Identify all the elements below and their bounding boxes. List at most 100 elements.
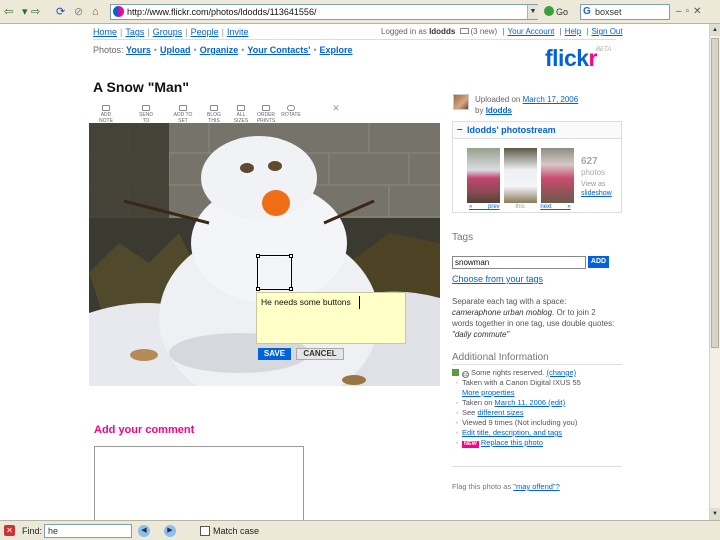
nav-home[interactable]: Home: [93, 27, 117, 37]
help-link[interactable]: Help: [565, 27, 581, 36]
beta-label: BETA: [596, 47, 612, 53]
add-tag-button[interactable]: ADD: [588, 256, 609, 268]
comment-textarea[interactable]: [94, 446, 304, 524]
reload-icon[interactable]: ⟳: [56, 5, 65, 19]
forward-icon[interactable]: ⇨: [31, 5, 40, 19]
note-selection-box[interactable]: [256, 254, 293, 291]
scroll-thumb[interactable]: [711, 38, 719, 348]
photostream-header[interactable]: – ldodds' photostream: [452, 121, 622, 138]
find-next-icon[interactable]: ▶: [164, 525, 176, 537]
window-controls[interactable]: –▫✕: [676, 6, 718, 18]
go-button[interactable]: Go: [544, 5, 568, 19]
username: ldodds: [429, 27, 456, 36]
browser-toolbar: ⇦ ▾ ⇨ ⟳ ⊘ ⌂ http://www.flickr.com/photos…: [0, 0, 720, 24]
list-item: ◦ Taken with a Canon Digital IXUS 55: [455, 378, 581, 387]
nav-explore[interactable]: Explore: [320, 45, 353, 55]
avatar[interactable]: [453, 94, 469, 110]
rotate-icon: [287, 105, 295, 111]
taken-on-link[interactable]: March 11, 2006 (edit): [495, 398, 566, 407]
uploader-link[interactable]: ldodds: [486, 106, 512, 115]
change-license-link[interactable]: (change): [546, 368, 576, 377]
url-dropdown-icon[interactable]: ▼: [527, 5, 538, 19]
sign-out-link[interactable]: Sign Out: [591, 27, 622, 36]
may-offend-link[interactable]: "may offend"?: [513, 482, 559, 491]
nav-yours[interactable]: Yours: [126, 45, 151, 55]
new-mail-count[interactable]: (3 new): [471, 27, 498, 36]
blog-this-button[interactable]: BLOG THIS: [203, 105, 225, 124]
different-sizes-link[interactable]: different sizes: [477, 408, 523, 417]
delete-icon[interactable]: ✕: [325, 104, 347, 113]
thumbnail-current[interactable]: [504, 148, 537, 203]
nav-your-contacts[interactable]: Your Contacts': [247, 45, 310, 55]
flickr-logo[interactable]: flickr: [545, 45, 598, 71]
add-note-button[interactable]: ADD NOTE: [95, 105, 117, 124]
license-item: cc Some rights reserved. (change): [452, 368, 622, 378]
find-label: Find:: [22, 526, 43, 536]
thumbnail-prev[interactable]: [467, 148, 500, 203]
find-previous-icon[interactable]: ◀: [138, 525, 150, 537]
match-case-label: Match case: [213, 526, 260, 536]
list-item: ◦ Viewed 9 times (Not including you): [455, 418, 578, 427]
tag-input[interactable]: snowman: [452, 256, 586, 269]
stop-icon[interactable]: ⊘: [74, 5, 83, 19]
resize-handle[interactable]: [289, 254, 293, 258]
cancel-button[interactable]: CANCEL: [296, 348, 344, 360]
nav-tags[interactable]: Tags: [125, 27, 144, 37]
edit-details-link[interactable]: Edit title, description, and tags: [462, 428, 562, 437]
vertical-scrollbar[interactable]: ▲ ▼: [709, 24, 720, 520]
rotate-button[interactable]: ROTATE: [280, 105, 302, 118]
additional-info-list: cc Some rights reserved. (change) ◦ Taken …: [452, 368, 622, 448]
thumbnail-next[interactable]: [541, 148, 574, 203]
order-prints-button[interactable]: ORDER PRINTS: [255, 105, 277, 124]
add-to-set-button[interactable]: ADD TO SET: [172, 105, 194, 124]
scroll-up-icon[interactable]: ▲: [710, 24, 720, 36]
photostream-title[interactable]: ldodds' photostream: [467, 125, 556, 135]
dropdown-arrow-icon[interactable]: ▾: [22, 5, 28, 19]
nav-organize[interactable]: Organize: [200, 45, 239, 55]
note-icon: [102, 105, 110, 111]
list-item: ◦ Edit title, description, and tags: [455, 428, 563, 437]
privacy-icon: [452, 369, 459, 376]
nav-upload[interactable]: Upload: [160, 45, 191, 55]
list-item: ◦ See different sizes: [455, 408, 524, 417]
resize-handle[interactable]: [289, 287, 293, 291]
choose-tags-link[interactable]: Choose from your tags: [452, 274, 543, 284]
your-account-link[interactable]: Your Account: [508, 27, 555, 36]
match-case-checkbox[interactable]: [200, 526, 210, 536]
scroll-down-icon[interactable]: ▼: [710, 508, 720, 520]
replace-photo-link[interactable]: Replace this photo: [481, 438, 543, 447]
next-link[interactable]: next »: [540, 204, 570, 210]
go-icon: [544, 6, 554, 16]
tag-help-text: Separate each tag with a space: cameraph…: [452, 297, 615, 339]
magnifier-icon: [237, 105, 245, 111]
save-button[interactable]: SAVE: [258, 348, 291, 360]
favicon-icon: [113, 6, 124, 17]
mail-icon[interactable]: [459, 28, 469, 34]
back-icon[interactable]: ⇦: [4, 5, 13, 19]
uploaded-date-link[interactable]: March 17, 2006: [523, 95, 579, 104]
prints-icon: [262, 105, 270, 111]
list-item: More properties: [452, 388, 622, 398]
all-sizes-button[interactable]: ALL SIZES: [230, 105, 252, 124]
resize-handle[interactable]: [256, 287, 260, 291]
set-icon: [179, 105, 187, 111]
list-item: ◦ Taken on March 11, 2006 (edit): [455, 398, 566, 407]
slideshow-link[interactable]: slideshow: [581, 190, 612, 197]
tags-heading: Tags: [452, 232, 474, 243]
find-input[interactable]: he: [44, 524, 132, 538]
home-icon[interactable]: ⌂: [92, 5, 99, 19]
more-properties-link[interactable]: More properties: [462, 388, 515, 397]
divider: [452, 364, 622, 365]
note-editor[interactable]: He needs some buttons: [256, 292, 406, 344]
prev-link[interactable]: « prev: [469, 204, 500, 210]
url-bar[interactable]: http://www.flickr.com/photos/ldodds/1136…: [110, 4, 538, 20]
nav-groups[interactable]: Groups: [153, 27, 183, 37]
note-text-input[interactable]: He needs some buttons: [260, 296, 360, 309]
collapse-icon[interactable]: –: [457, 124, 463, 135]
search-input[interactable]: G boxset: [580, 4, 670, 20]
nav-people[interactable]: People: [191, 27, 219, 37]
resize-handle[interactable]: [256, 254, 260, 258]
photo-image[interactable]: [89, 123, 440, 386]
nav-invite[interactable]: Invite: [227, 27, 249, 37]
close-icon[interactable]: ✕: [4, 525, 15, 536]
